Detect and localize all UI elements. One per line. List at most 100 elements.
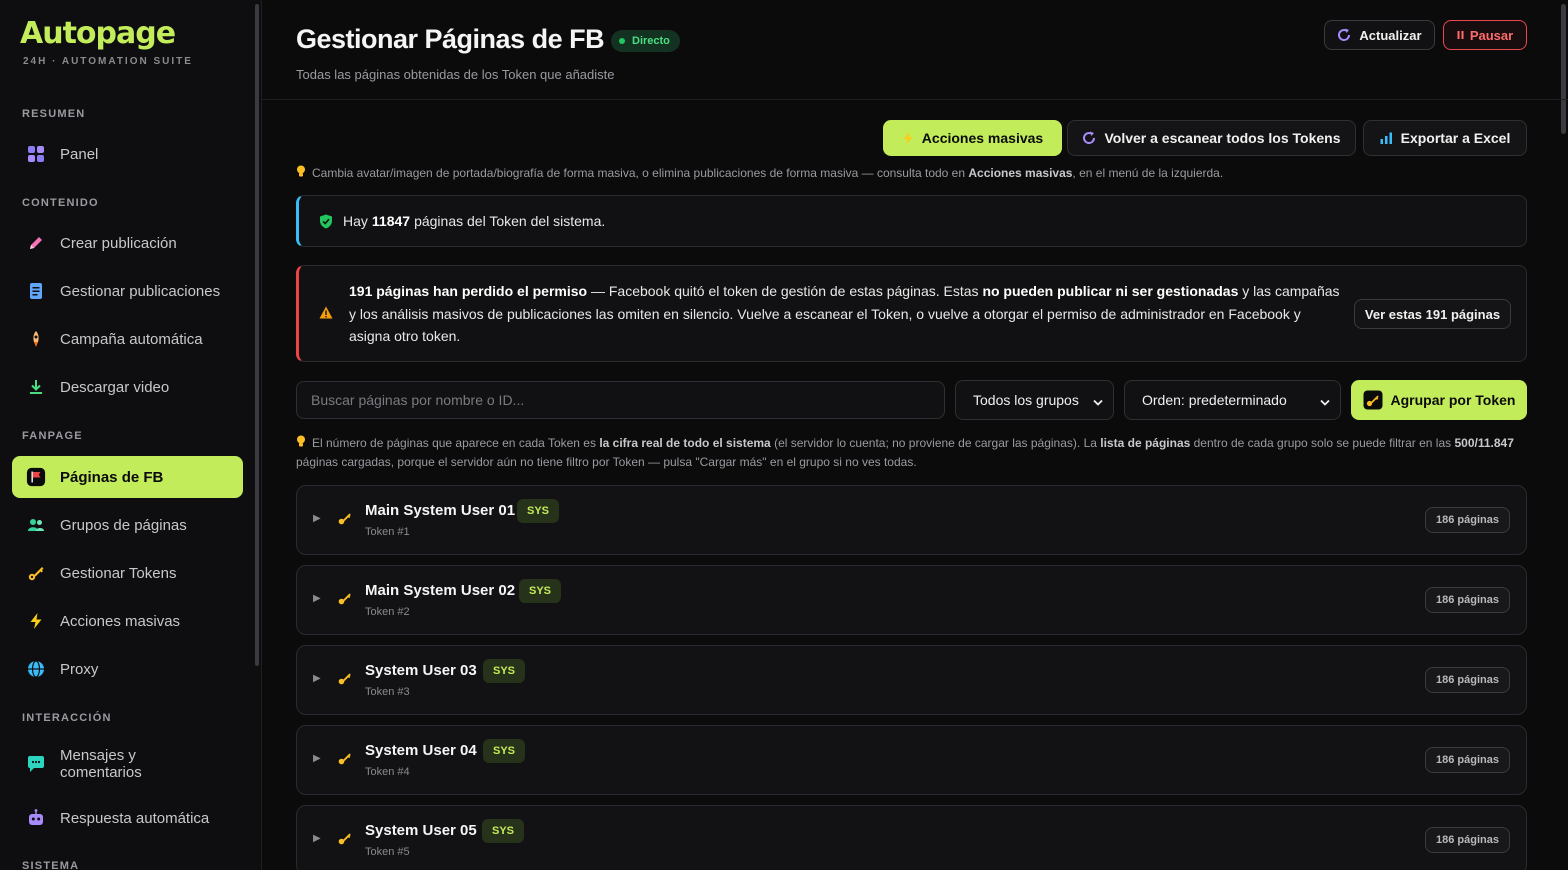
token-number: Token #5 [365,846,410,858]
bolt-icon [902,131,914,145]
brand-name: Autopage [20,16,176,51]
token-group-row[interactable]: ▶ System User 05 SYS Token #5 186 página… [296,805,1527,870]
pause-label: Pausar [1469,27,1514,43]
warning-span: — Facebook quitó el token de gestión de … [587,283,983,299]
expand-caret-icon[interactable]: ▶ [313,673,321,684]
document-icon [26,281,46,301]
key-icon [337,830,353,851]
sidebar-item-respuesta-automatica[interactable]: Respuesta automática [12,797,243,839]
token-group-row[interactable]: ▶ System User 04 SYS Token #4 186 página… [296,725,1527,795]
grid-icon [26,144,46,164]
section-label-fanpage: FANPAGE [22,430,83,442]
page-count-badge: 186 páginas [1425,827,1510,853]
brand-logo[interactable]: Autopage 24H · AUTOMATION SUITE [20,16,193,67]
token-number: Token #4 [365,766,410,778]
pause-icon [1457,30,1465,40]
mass-actions-label: Acciones masivas [921,130,1044,146]
view-lost-pages-button[interactable]: Ver estas 191 páginas [1354,299,1511,329]
sidebar-item-label: Panel [60,145,99,163]
live-badge: Directo [611,30,680,52]
expand-caret-icon[interactable]: ▶ [313,753,321,764]
sidebar-item-label: Proxy [60,660,99,678]
page-count-badge: 186 páginas [1425,747,1510,773]
key-icon [1363,390,1383,410]
token-group-row[interactable]: ▶ System User 03 SYS Token #3 186 página… [296,645,1527,715]
sidebar-item-label: Mensajes y comentarios [60,747,142,781]
expand-caret-icon[interactable]: ▶ [313,833,321,844]
group-select[interactable]: Todos los grupos [955,380,1114,420]
sidebar-item-paginas-de-fb[interactable]: Páginas de FB [12,456,243,498]
refresh-button[interactable]: Actualizar [1324,20,1435,50]
lightbulb-icon [296,165,312,180]
sidebar-item-label: Acciones masivas [60,612,181,630]
info-text: páginas del Token del sistema. [414,213,606,229]
sidebar-item-label: Campaña automática [60,330,203,348]
hint-text: El número de páginas que aparece en cada… [312,436,600,450]
expand-caret-icon[interactable]: ▶ [313,593,321,604]
group-by-token-button[interactable]: Agrupar por Token [1351,380,1527,420]
key-icon [26,563,46,583]
order-select[interactable]: Orden: predeterminado [1124,380,1341,420]
warning-text: 191 páginas han perdido el permiso — Fac… [349,280,1344,348]
hint-text: páginas cargadas, porque el servidor aún… [296,455,917,469]
hint-text: dentro de cada grupo solo se puede filtr… [1190,436,1455,450]
warning-bold: 191 páginas han perdido el permiso [349,283,588,299]
sys-badge: SYS [517,499,560,523]
sidebar-item-gestionar-tokens[interactable]: Gestionar Tokens [12,552,243,594]
token-group-row[interactable]: ▶ Main System User 01 SYS Token #1 186 p… [296,485,1527,555]
sidebar-item-mensajes-y-comentarios[interactable]: Mensajes y comentarios [12,740,243,788]
rescan-tokens-button[interactable]: Volver a escanear todos los Tokens [1067,120,1356,156]
token-name: Main System User 02 [365,582,516,599]
expand-caret-icon[interactable]: ▶ [313,513,321,524]
sidebar-item-descargar-video[interactable]: Descargar video [12,366,243,408]
sys-badge: SYS [483,739,526,763]
robot-icon [26,808,46,828]
hint-bold: lista de páginas [1100,436,1191,450]
live-badge-label: Directo [632,35,670,47]
sidebar-item-gestionar-publicaciones[interactable]: Gestionar publicaciones [12,270,243,312]
token-name: System User 05 [365,822,477,839]
info-count: 11847 [371,213,411,229]
sidebar-item-label: Respuesta automática [60,809,210,827]
chat-icon [26,754,46,774]
bar-chart-icon [1380,132,1393,144]
key-icon [337,590,353,611]
token-group-row[interactable]: ▶ Main System User 02 SYS Token #2 186 p… [296,565,1527,635]
mass-actions-button[interactable]: Acciones masivas [883,120,1062,156]
sidebar-scrollbar[interactable] [255,4,259,666]
sidebar-item-campana-automatica[interactable]: Campaña automática [12,318,243,360]
sidebar-item-label: Gestionar publicaciones [60,282,221,300]
warning-icon [319,306,333,324]
token-name: Main System User 01 [365,502,516,519]
export-excel-button[interactable]: Exportar a Excel [1363,120,1527,156]
section-label-sistema: SISTEMA [22,860,80,870]
hint-bold: Acciones masivas [968,166,1073,180]
token-number: Token #2 [365,606,410,618]
key-icon [337,670,353,691]
pause-button[interactable]: Pausar [1443,20,1527,50]
globe-icon [26,659,46,679]
token-number: Token #1 [365,526,410,538]
search-input[interactable] [296,381,945,419]
sidebar-item-grupos-de-paginas[interactable]: Grupos de páginas [12,504,243,546]
pencil-icon [26,233,46,253]
sidebar: Autopage 24H · AUTOMATION SUITE RESUMEN … [0,0,262,870]
sidebar-item-crear-publicacion[interactable]: Crear publicación [12,222,243,264]
sidebar-item-label: Grupos de páginas [60,516,187,534]
key-icon [337,510,353,531]
sidebar-item-proxy[interactable]: Proxy [12,648,243,690]
hint-bold: 500/11.847 [1454,436,1514,450]
page-count-hint: El número de páginas que aparece en cada… [296,434,1527,472]
page-header: Gestionar Páginas de FB Directo Todas la… [262,0,1568,100]
sys-badge: SYS [519,579,562,603]
sidebar-item-acciones-masivas[interactable]: Acciones masivas [12,600,243,642]
download-icon [26,377,46,397]
refresh-icon [1337,28,1351,42]
system-token-info: Hay 11847 páginas del Token del sistema. [296,195,1527,247]
section-label-resumen: RESUMEN [22,108,86,120]
token-number: Token #3 [365,686,410,698]
token-name: System User 04 [365,742,477,759]
lightbulb-icon [296,435,312,450]
export-label: Exportar a Excel [1400,130,1511,146]
sidebar-item-panel[interactable]: Panel [12,133,243,175]
